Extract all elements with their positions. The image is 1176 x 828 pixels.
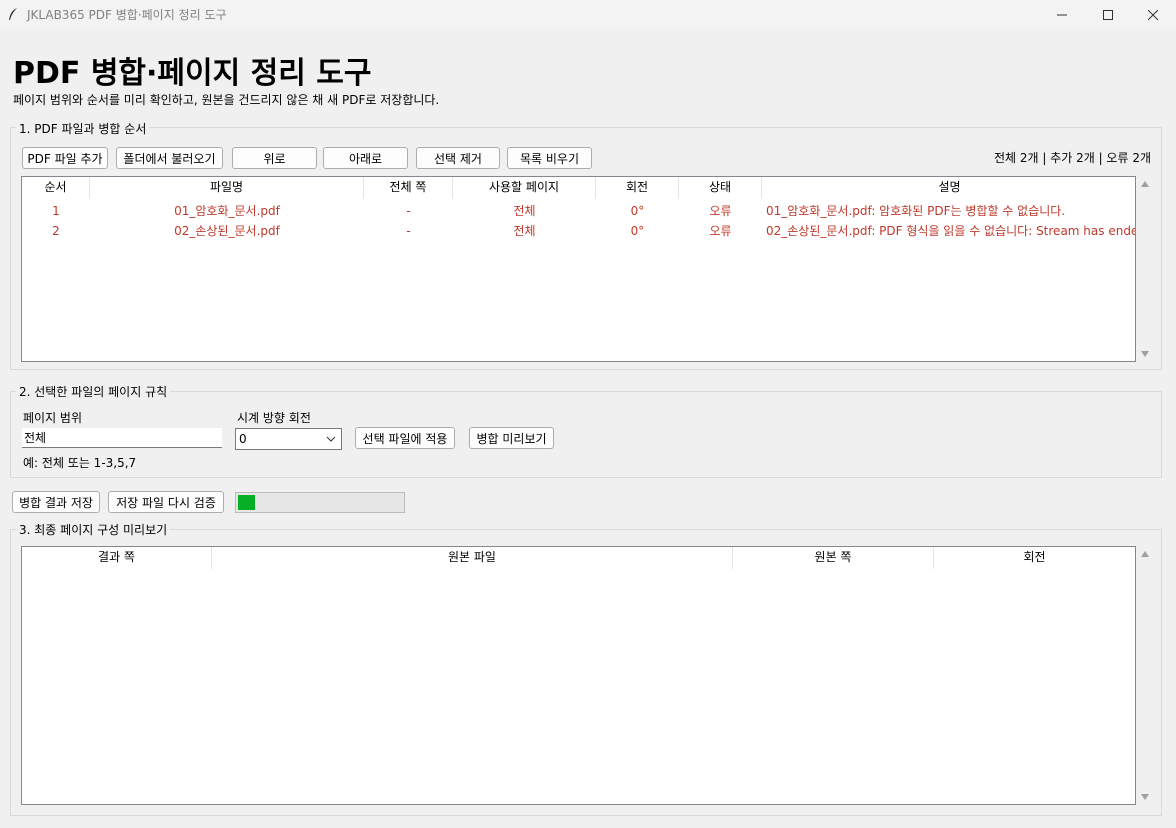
cell-rotation: 0° [630,204,645,218]
page-title: PDF 병합·페이지 정리 도구 [13,56,372,91]
column-header-source-page[interactable]: 원본 쪽 [733,547,934,569]
maximize-button[interactable] [1085,0,1131,29]
column-header-rotation[interactable]: 회전 [934,547,1135,569]
close-icon [1148,9,1158,20]
add-pdf-button[interactable]: PDF 파일 추가 [22,147,108,169]
page-rules-group-label: 2. 선택한 파일의 페이지 규칙 [16,383,171,400]
chevron-down-icon [326,436,336,442]
apply-to-selected-button[interactable]: 선택 파일에 적용 [355,427,455,449]
final-preview-group-label: 3. 최종 페이지 구성 미리보기 [16,521,171,538]
window-title: JKLAB365 PDF 병합·페이지 정리 도구 [27,8,227,22]
page-range-example: 예: 전체 또는 1-3,5,7 [23,456,137,470]
scroll-up-icon[interactable] [1141,181,1149,187]
verify-saved-file-button[interactable]: 저장 파일 다시 검증 [108,491,224,513]
column-header-status[interactable]: 상태 [679,177,762,199]
cell-order: 1 [52,204,60,218]
save-merge-button[interactable]: 병합 결과 저장 [12,491,100,513]
file-table[interactable]: 순서 파일명 전체 쪽 사용할 페이지 회전 상태 설명 1 01_암호화_문서… [21,176,1136,362]
progress-bar [235,492,405,513]
preview-table[interactable]: 결과 쪽 원본 파일 원본 쪽 회전 [21,546,1136,805]
close-button[interactable] [1130,0,1176,29]
cell-status: 오류 [709,204,732,218]
move-up-button[interactable]: 위로 [232,147,317,169]
rotation-select[interactable]: 0 [235,428,342,450]
rotation-select-value: 0 [239,432,247,446]
minimize-button[interactable] [1039,0,1085,29]
scroll-up-icon[interactable] [1141,551,1149,557]
cell-filename: 01_암호화_문서.pdf [174,204,280,218]
file-table-header: 순서 파일명 전체 쪽 사용할 페이지 회전 상태 설명 [22,177,1135,199]
scroll-down-icon[interactable] [1141,351,1149,357]
cell-order: 2 [52,224,60,238]
cell-total-pages: - [406,204,411,218]
merge-preview-button[interactable]: 병합 미리보기 [469,427,554,449]
file-list-group-label: 1. PDF 파일과 병합 순서 [16,120,150,137]
table-row[interactable]: 2 02_손상된_문서.pdf - 전체 0° 오류 02_손상된_문서.pdf… [22,221,1136,241]
page-subtitle: 페이지 범위와 순서를 미리 확인하고, 원본을 건드리지 않은 채 새 PDF… [13,93,440,107]
cell-filename: 02_손상된_문서.pdf [174,224,280,238]
rotation-label: 시계 방향 회전 [237,411,311,425]
feather-icon [9,8,17,20]
cell-status: 오류 [709,224,732,238]
clear-list-button[interactable]: 목록 비우기 [507,147,592,169]
preview-table-header: 결과 쪽 원본 파일 원본 쪽 회전 [22,547,1135,569]
progress-bar-fill [238,495,255,510]
minimize-icon [1057,14,1067,15]
remove-selected-button[interactable]: 선택 제거 [416,147,500,169]
title-bar: JKLAB365 PDF 병합·페이지 정리 도구 [0,0,1176,29]
cell-description: 01_암호화_문서.pdf: 암호화된 PDF는 병합할 수 없습니다. [766,204,1066,218]
table-row[interactable]: 1 01_암호화_문서.pdf - 전체 0° 오류 01_암호화_문서.pdf… [22,201,1135,221]
cell-total-pages: - [406,224,411,238]
file-table-scrollbar[interactable] [1137,176,1154,362]
cell-rotation: 0° [630,224,645,238]
column-header-pages-to-use[interactable]: 사용할 페이지 [453,177,596,199]
cell-pages-to-use: 전체 [513,224,536,238]
column-header-description[interactable]: 설명 [762,177,1135,199]
maximize-icon [1103,9,1113,20]
load-folder-button[interactable]: 폴더에서 불러오기 [116,147,223,169]
page-range-label: 페이지 범위 [23,411,83,425]
scroll-down-icon[interactable] [1141,794,1149,800]
page-range-input[interactable] [22,428,222,448]
column-header-total-pages[interactable]: 전체 쪽 [364,177,453,199]
column-header-rotation[interactable]: 회전 [596,177,679,199]
move-down-button[interactable]: 아래로 [323,147,408,169]
cell-pages-to-use: 전체 [513,204,536,218]
column-header-source-file[interactable]: 원본 파일 [212,547,733,569]
file-counts: 전체 2개 | 추가 2개 | 오류 2개 [993,151,1151,165]
preview-table-scrollbar[interactable] [1137,546,1154,805]
column-header-order[interactable]: 순서 [22,177,90,199]
column-header-filename[interactable]: 파일명 [90,177,364,199]
cell-description: 02_손상된_문서.pdf: PDF 형식을 읽을 수 없습니다: Stream… [766,224,1136,238]
column-header-result-page[interactable]: 결과 쪽 [22,547,212,569]
